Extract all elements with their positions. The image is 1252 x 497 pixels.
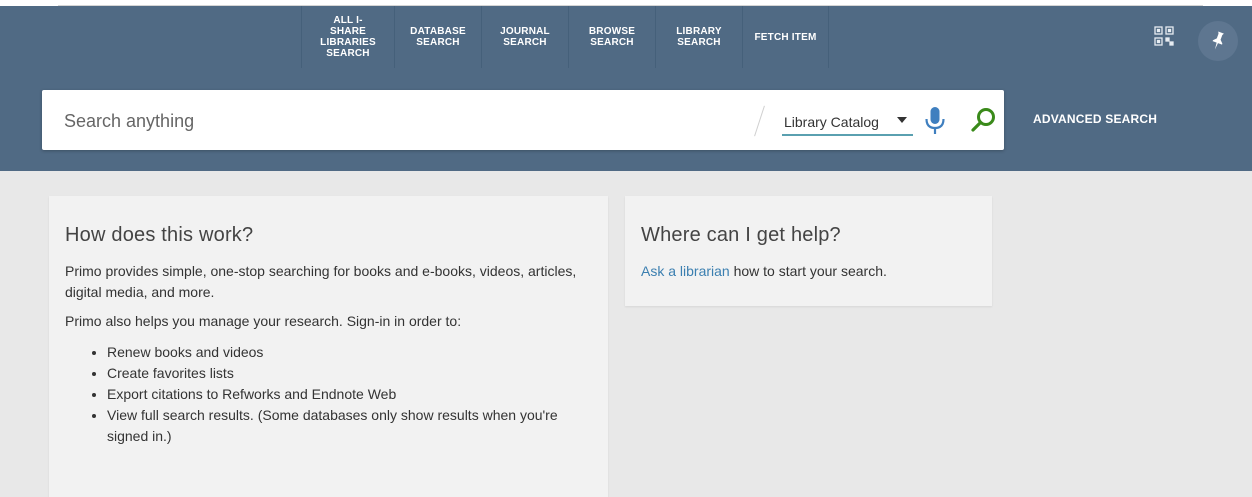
chevron-down-icon [897,117,907,123]
pin-icon[interactable] [1198,21,1238,61]
nav-library-search[interactable]: LIBRARY SEARCH [655,6,742,68]
nav-label: JOURNAL SEARCH [500,26,550,48]
scope-label: Library Catalog [784,113,879,130]
list-item: View full search results. (Some database… [107,405,592,447]
search-box: Library Catalog [42,90,1004,150]
help-text-rest: how to start your search. [729,263,887,279]
nav-all-ishare-libraries-search[interactable]: ALL I-SHARE LIBRARIES SEARCH [301,6,394,68]
list-item: Create favorites lists [107,363,592,384]
list-item: Renew books and videos [107,342,592,363]
nav-fetch-item[interactable]: FETCH ITEM [742,6,829,68]
top-navbar: ALL I-SHARE LIBRARIES SEARCH DATABASE SE… [0,6,1252,68]
help-title: Where can I get help? [641,224,841,246]
nav-label: DATABASE SEARCH [410,26,466,48]
advanced-search-link[interactable]: ADVANCED SEARCH [1033,112,1157,126]
list-item: Export citations to Refworks and Endnote… [107,384,592,405]
nav-label: LIBRARY SEARCH [676,26,722,48]
help-card: Where can I get help? Ask a librarian ho… [625,196,992,306]
how-it-works-title: How does this work? [65,224,254,246]
nav-label: BROWSE SEARCH [588,26,636,48]
nav-database-search[interactable]: DATABASE SEARCH [394,6,481,68]
search-input[interactable] [62,104,746,138]
nav-label: ALL I-SHARE LIBRARIES SEARCH [320,15,376,59]
how-it-works-text-2: Primo also helps you manage your researc… [65,313,462,329]
how-it-works-card: How does this work? Primo provides simpl… [49,196,608,497]
nav-label: FETCH ITEM [754,31,817,43]
how-it-works-text-1: Primo provides simple, one-stop searchin… [65,263,577,300]
benefits-list: Renew books and videos Create favorites … [65,342,592,447]
microphone-icon[interactable] [922,106,948,136]
search-band: Library Catalog ADVANCED SEARCH [0,68,1252,171]
nav-browse-search[interactable]: BROWSE SEARCH [568,6,655,68]
magnifier-icon[interactable] [970,106,998,134]
scope-dropdown[interactable]: Library Catalog [782,109,913,136]
main-nav: ALL I-SHARE LIBRARIES SEARCH DATABASE SE… [301,6,829,68]
nav-journal-search[interactable]: JOURNAL SEARCH [481,6,568,68]
help-text: Ask a librarian how to start your search… [641,261,976,282]
qr-code-icon[interactable] [1151,23,1177,49]
search-divider [754,105,765,137]
ask-librarian-link[interactable]: Ask a librarian [641,263,730,279]
